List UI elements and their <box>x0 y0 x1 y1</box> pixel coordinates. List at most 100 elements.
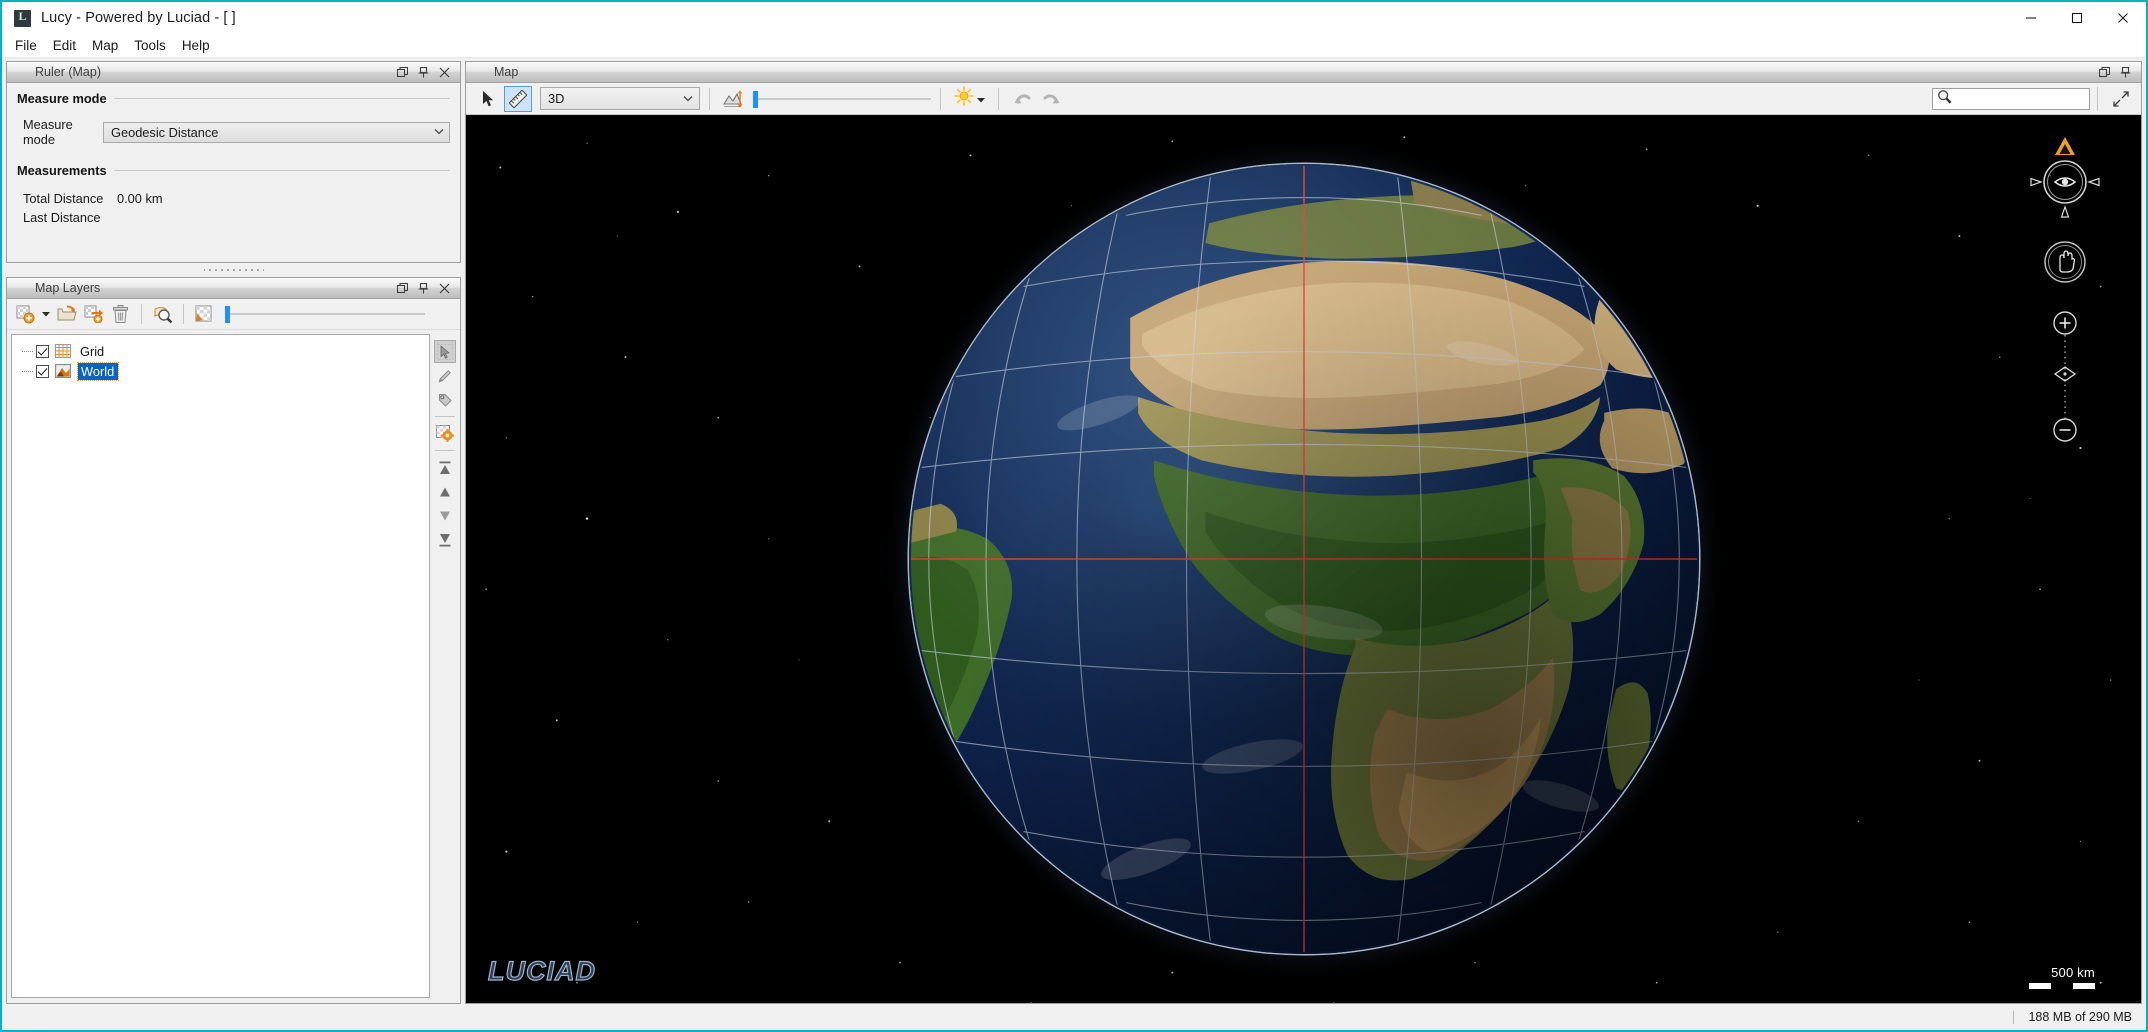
toolbar-separator <box>709 87 710 110</box>
maximize-icon[interactable] <box>2054 2 2100 34</box>
transparency-icon[interactable] <box>192 302 217 327</box>
left-dock: Ruler (Map) Measure mode Measure mode Ge… <box>2 61 465 1004</box>
add-from-file-icon[interactable] <box>81 302 106 327</box>
ruler-icon[interactable] <box>504 85 532 112</box>
slider-thumb[interactable] <box>225 306 230 323</box>
cursor-select-icon[interactable] <box>434 340 456 363</box>
toolbar-separator <box>2097 86 2098 111</box>
minimize-icon[interactable] <box>2008 2 2054 34</box>
redo-icon[interactable] <box>1038 86 1066 112</box>
float-icon[interactable] <box>2097 65 2112 80</box>
layer-gear-icon[interactable] <box>434 422 456 445</box>
luciad-logo: LUCIAD <box>487 955 596 986</box>
move-bottom-icon[interactable] <box>434 528 456 551</box>
map-dock: Map 3D 500 km LUCIAD <box>465 61 2146 1004</box>
map-layers-content: Grid World <box>7 330 460 1003</box>
label-tag-icon[interactable] <box>434 388 456 411</box>
search-icon <box>1937 89 1952 109</box>
chevron-down-icon <box>433 123 445 141</box>
slider-track <box>753 97 931 100</box>
menu-tools[interactable]: Tools <box>126 35 174 57</box>
terrain-exaggeration-slider[interactable] <box>753 89 931 109</box>
map-layers-panel-title: Map Layers <box>35 281 101 295</box>
trash-icon[interactable] <box>108 302 133 327</box>
pencil-icon[interactable] <box>434 364 456 387</box>
tree-connector <box>22 350 36 352</box>
measure-mode-row: Measure mode Geodesic Distance <box>17 117 450 147</box>
layer-tree[interactable]: Grid World <box>11 334 430 998</box>
menu-help[interactable]: Help <box>174 35 218 57</box>
cursor-arrow-icon[interactable] <box>474 86 502 112</box>
ruler-panel-body: Measure mode Measure mode Geodesic Dista… <box>7 83 460 262</box>
map-layers-header-buttons <box>395 281 457 296</box>
globe-container[interactable] <box>908 164 1699 954</box>
undo-icon[interactable] <box>1008 86 1036 112</box>
panel-splitter[interactable] <box>6 263 461 277</box>
splitter-grip-icon <box>203 268 264 272</box>
total-distance-label: Total Distance <box>23 191 104 206</box>
slider-thumb[interactable] <box>753 90 758 108</box>
tree-connector <box>22 370 36 372</box>
map-panel-header-buttons <box>2097 65 2138 80</box>
lighting-button[interactable] <box>950 86 989 112</box>
search-input[interactable] <box>1952 91 2089 106</box>
pin-icon[interactable] <box>416 65 431 80</box>
terrain-exaggeration-icon[interactable] <box>719 86 747 112</box>
window-controls <box>2008 2 2146 34</box>
toolbar-separator <box>183 304 184 324</box>
move-top-icon[interactable] <box>434 456 456 479</box>
toolbar-separator <box>141 304 142 324</box>
map-layers-panel-header: Map Layers <box>7 278 460 299</box>
layer-tree-item-label: World <box>76 361 120 381</box>
layer-tree-item-label: Grid <box>80 343 105 359</box>
layer-tree-item-grid[interactable]: Grid <box>12 341 429 361</box>
main-body: Ruler (Map) Measure mode Measure mode Ge… <box>2 58 2146 1004</box>
total-distance-row: Total Distance 0.00 km <box>17 189 450 208</box>
menu-bar: File Edit Map Tools Help <box>2 34 2146 58</box>
raster-layer-icon <box>55 364 71 378</box>
map-search-area <box>1932 86 2141 112</box>
move-up-icon[interactable] <box>434 480 456 503</box>
map-panel: Map 3D 500 km LUCIAD <box>465 61 2142 1004</box>
measure-mode-label: Measure mode <box>23 117 73 147</box>
add-layer-button[interactable] <box>13 302 38 327</box>
total-distance-value: 0.00 km <box>117 191 163 206</box>
measurements-section: Measurements Total Distance 0.00 km Last… <box>17 163 450 227</box>
pin-icon[interactable] <box>416 281 431 296</box>
close-icon[interactable] <box>2100 2 2146 34</box>
float-icon[interactable] <box>395 65 410 80</box>
menu-file[interactable]: File <box>7 35 45 57</box>
menu-map[interactable]: Map <box>84 35 126 57</box>
measurements-group-label: Measurements <box>17 163 107 178</box>
measure-mode-value: Geodesic Distance <box>111 124 219 140</box>
view-mode-select[interactable]: 3D <box>540 87 700 110</box>
layer-tree-item-world[interactable]: World <box>12 361 429 381</box>
map-viewport[interactable]: 500 km LUCIAD <box>466 115 2141 1003</box>
layer-opacity-slider[interactable] <box>225 304 425 324</box>
status-bar: 188 MB of 290 MB <box>2 1004 2146 1030</box>
open-folder-icon[interactable] <box>54 302 79 327</box>
slider-track <box>225 313 425 315</box>
map-toolbar: 3D <box>466 83 2141 115</box>
ruler-panel-title: Ruler (Map) <box>35 65 101 79</box>
expand-collapse-icon[interactable] <box>2107 86 2135 112</box>
sun-icon <box>954 86 974 111</box>
zoom-to-layer-icon[interactable] <box>150 302 175 327</box>
layer-visibility-checkbox[interactable] <box>36 344 49 358</box>
measure-mode-group-label: Measure mode <box>17 91 107 106</box>
memory-indicator[interactable]: 188 MB of 290 MB <box>2028 1010 2132 1024</box>
layer-visibility-checkbox[interactable] <box>36 364 49 378</box>
add-layer-dropdown-button[interactable] <box>40 302 52 327</box>
close-icon[interactable] <box>437 65 452 80</box>
float-icon[interactable] <box>395 281 410 296</box>
close-icon[interactable] <box>437 281 452 296</box>
measure-mode-select[interactable]: Geodesic Distance <box>103 121 450 143</box>
map-layers-toolbar <box>7 299 460 330</box>
menu-edit[interactable]: Edit <box>45 35 84 57</box>
move-down-icon[interactable] <box>434 504 456 527</box>
ruler-panel: Ruler (Map) Measure mode Measure mode Ge… <box>6 61 461 263</box>
earth-globe[interactable] <box>908 164 1699 954</box>
pin-icon[interactable] <box>2118 65 2133 80</box>
search-input-wrapper[interactable] <box>1932 87 2090 110</box>
group-divider <box>113 170 450 171</box>
